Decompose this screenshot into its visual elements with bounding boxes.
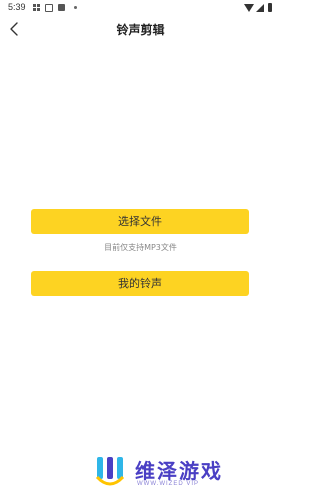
status-time: 5:39 (8, 2, 26, 12)
grid-notification-icon (33, 4, 40, 11)
wifi-icon (244, 4, 254, 12)
page-title: 铃声剪辑 (116, 23, 165, 37)
cell-signal-icon (256, 4, 264, 12)
more-notifications-dot-icon (74, 6, 77, 9)
battery-icon (268, 3, 272, 12)
file-format-hint: 目前仅支持MP3文件 (104, 243, 177, 252)
watermark-text-en: WWW.WIZED VIP (137, 481, 199, 487)
watermark: 维泽游戏 WWW.WIZED VIP (95, 453, 275, 493)
status-bar: 5:39 (0, 0, 281, 16)
app-notification-icon (58, 4, 65, 11)
watermark-logo-icon (95, 457, 125, 486)
box-notification-icon (45, 4, 53, 12)
app-header: 铃声剪辑 (0, 16, 281, 42)
select-file-button[interactable]: 选择文件 (31, 209, 249, 234)
watermark-text-cn: 维泽游戏 (135, 459, 223, 483)
my-ringtone-button[interactable]: 我的铃声 (31, 271, 249, 296)
